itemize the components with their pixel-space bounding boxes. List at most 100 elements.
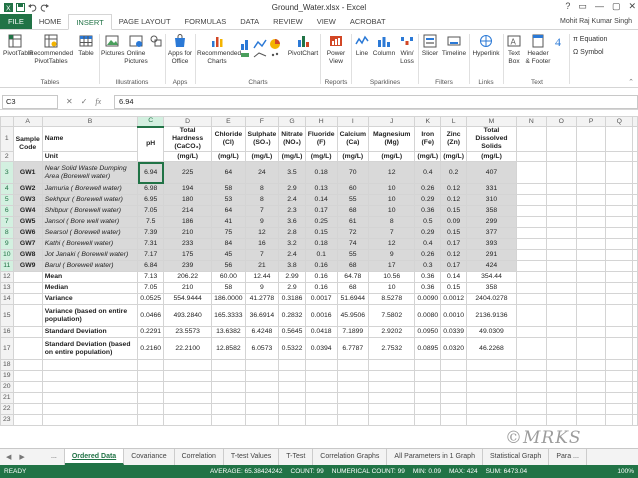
stat-value-cell[interactable]: 0.5322 xyxy=(278,337,306,360)
grid-cell[interactable] xyxy=(515,249,547,261)
value-cell[interactable]: 175 xyxy=(163,249,213,261)
value-cell[interactable]: 53 xyxy=(211,194,246,206)
value-cell[interactable]: 239 xyxy=(163,260,213,272)
sample-code-cell[interactable]: GW5 xyxy=(12,216,43,228)
grid-cell[interactable] xyxy=(575,403,607,415)
formula-input[interactable]: 6.94 xyxy=(114,94,638,109)
grid-cell[interactable] xyxy=(515,326,547,338)
stat-value-cell[interactable]: 358 xyxy=(465,282,517,294)
value-cell[interactable]: 68 xyxy=(336,260,370,272)
stat-value-cell[interactable]: 7.05 xyxy=(137,282,165,294)
unit-label[interactable]: Unit xyxy=(41,151,139,162)
grid-cell[interactable] xyxy=(632,381,638,393)
value-cell[interactable]: 21 xyxy=(244,260,280,272)
row-header[interactable]: 3 xyxy=(0,161,14,184)
stat-value-cell[interactable]: 10.56 xyxy=(368,271,416,283)
grid-cell[interactable] xyxy=(545,238,577,250)
grid-cell[interactable] xyxy=(12,359,43,371)
grid-cell[interactable] xyxy=(545,249,577,261)
row-header[interactable]: 21 xyxy=(0,392,14,404)
grid-cell[interactable] xyxy=(632,205,638,217)
sample-code-cell[interactable]: GW6 xyxy=(12,227,43,239)
ribbon-display-button[interactable]: ▭ xyxy=(578,1,587,12)
tab-formulas[interactable]: FORMULAS xyxy=(178,14,234,29)
grid-cell[interactable] xyxy=(632,260,638,272)
stat-value-cell[interactable]: 2404.0278 xyxy=(465,293,517,305)
value-cell[interactable]: 55 xyxy=(336,249,370,261)
stat-value-cell[interactable]: 206.22 xyxy=(163,271,213,283)
grid-cell[interactable] xyxy=(440,392,467,404)
value-cell[interactable]: 3.2 xyxy=(278,238,306,250)
grid-cell[interactable] xyxy=(515,260,547,272)
column-header[interactable]: F xyxy=(244,116,280,127)
stat-value-cell[interactable]: 7.13 xyxy=(137,271,165,283)
value-cell[interactable]: 6.95 xyxy=(137,194,165,206)
row-header[interactable]: 9 xyxy=(0,238,14,250)
grid-cell[interactable] xyxy=(545,392,577,404)
grid-cell[interactable] xyxy=(605,227,633,239)
grid-cell[interactable] xyxy=(41,392,139,404)
value-cell[interactable]: 2.3 xyxy=(278,205,306,217)
grid-cell[interactable] xyxy=(440,381,467,393)
column-header[interactable]: Q xyxy=(605,116,633,127)
grid-cell[interactable] xyxy=(163,403,213,415)
grid-cell[interactable] xyxy=(605,271,633,283)
tab-file[interactable]: FILE xyxy=(0,14,32,29)
grid-cell[interactable] xyxy=(545,227,577,239)
header-chloride[interactable]: Chloride (Cl) xyxy=(211,126,246,152)
grid-cell[interactable] xyxy=(632,161,638,184)
value-cell[interactable]: 225 xyxy=(163,161,213,184)
grid-cell[interactable] xyxy=(336,392,370,404)
value-cell[interactable]: 0.17 xyxy=(440,260,467,272)
grid-cell[interactable] xyxy=(545,216,577,228)
header-nitrate[interactable]: Nitrate (NO₃) xyxy=(278,126,306,152)
value-cell[interactable]: 7.31 xyxy=(137,238,165,250)
column-header[interactable]: N xyxy=(515,116,547,127)
grid-cell[interactable] xyxy=(545,414,577,426)
stat-value-cell[interactable]: 0.0339 xyxy=(440,326,467,338)
value-cell[interactable]: 3.6 xyxy=(278,216,306,228)
stat-value-cell[interactable]: 0.15 xyxy=(440,282,467,294)
value-cell[interactable]: 0.09 xyxy=(440,216,467,228)
sheet-tab-correlation[interactable]: Correlation xyxy=(175,449,224,465)
grid-cell[interactable] xyxy=(465,392,517,404)
next-sheet-icon[interactable]: ▶ xyxy=(19,453,24,461)
value-cell[interactable]: 8 xyxy=(244,194,280,206)
stat-value-cell[interactable]: 49.0309 xyxy=(465,326,517,338)
value-cell[interactable]: 17 xyxy=(368,260,416,272)
stat-value-cell[interactable]: 7.1899 xyxy=(336,326,370,338)
unit-cell[interactable]: (mg/L) xyxy=(440,151,467,162)
value-cell[interactable]: 60 xyxy=(336,183,370,195)
row-header[interactable]: 11 xyxy=(0,260,14,272)
grid-cell[interactable] xyxy=(465,403,517,415)
header-tds[interactable]: Total Dissolved Solids xyxy=(465,126,517,152)
grid-cell[interactable] xyxy=(545,304,577,327)
recommended-charts-button[interactable]: Recommended Charts xyxy=(197,34,241,65)
worksheet-grid[interactable]: A B C D E F G H I J K L M N O P Q 1 Sample Code Name pH Total… xyxy=(0,116,638,448)
maximize-button[interactable]: ▢ xyxy=(612,1,621,12)
grid-cell[interactable] xyxy=(605,238,633,250)
grid-cell[interactable] xyxy=(575,282,607,294)
value-cell[interactable]: 2.9 xyxy=(278,183,306,195)
value-cell[interactable]: 64 xyxy=(211,161,246,184)
row-header[interactable]: 5 xyxy=(0,194,14,206)
value-cell[interactable]: 424 xyxy=(465,260,517,272)
value-cell[interactable]: 0.15 xyxy=(304,227,338,239)
value-cell[interactable]: 64 xyxy=(211,205,246,217)
row-header[interactable]: 4 xyxy=(0,183,14,195)
sheet-tab-ordered-data[interactable]: Ordered Data xyxy=(64,449,125,465)
value-cell[interactable]: 3.5 xyxy=(278,161,306,184)
sample-name-cell[interactable]: Jot Janaki ( Borewell water) xyxy=(41,249,139,261)
grid-cell[interactable] xyxy=(12,326,43,338)
unit-cell[interactable]: (mg/L) xyxy=(465,151,517,162)
grid-cell[interactable] xyxy=(515,238,547,250)
grid-cell[interactable] xyxy=(278,359,306,371)
grid-cell[interactable] xyxy=(304,381,338,393)
help-button[interactable]: ? xyxy=(565,1,570,12)
column-header[interactable]: H xyxy=(304,116,338,127)
grid-cell[interactable] xyxy=(465,414,517,426)
grid-cell[interactable] xyxy=(545,403,577,415)
grid-cell[interactable] xyxy=(515,403,547,415)
value-cell[interactable]: 24 xyxy=(244,161,280,184)
row-header[interactable]: 16 xyxy=(0,326,14,338)
